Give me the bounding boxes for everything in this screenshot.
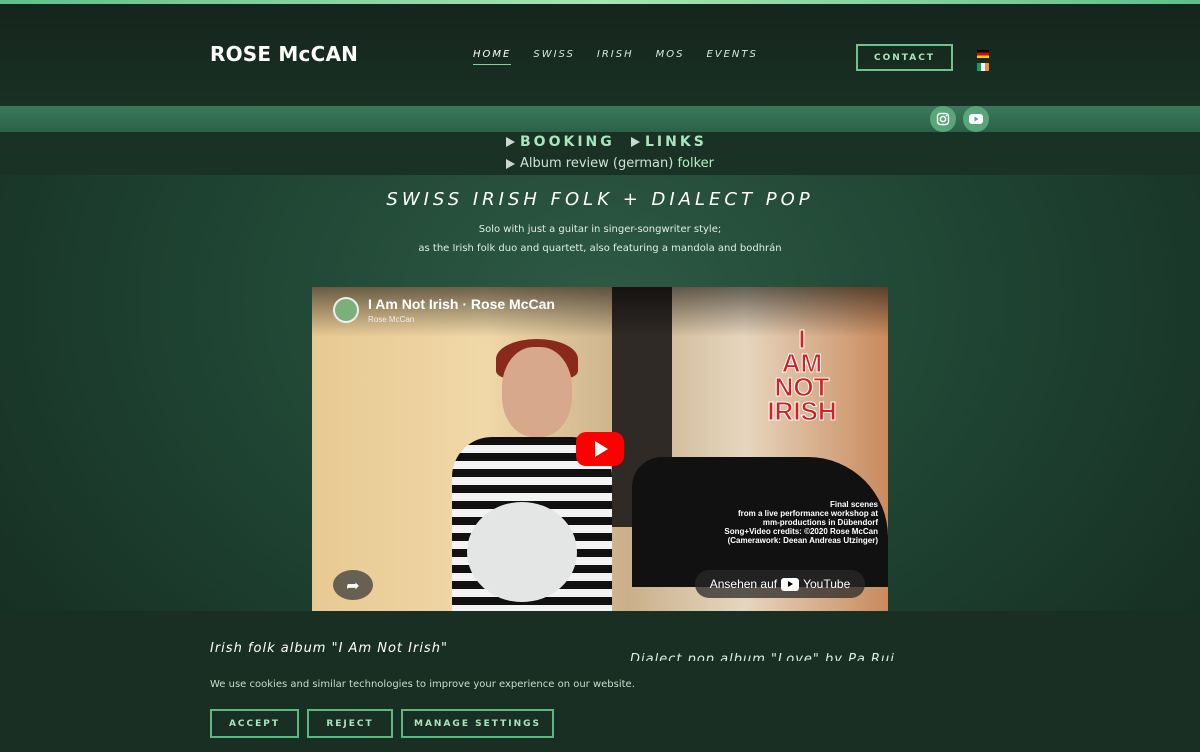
credit-line: Final scenes [829, 500, 878, 509]
video-channel[interactable]: Rose McCan [368, 315, 414, 324]
video-title[interactable]: I Am Not Irish · Rose McCan [368, 296, 555, 312]
nav-item-swiss[interactable]: SWISS [533, 49, 575, 65]
play-arrow-icon [506, 137, 515, 147]
play-arrow-icon [506, 158, 515, 169]
main-nav: HOME SWISS IRISH MOS EVENTS [473, 49, 780, 65]
links-link[interactable]: LINKS [631, 134, 707, 150]
contact-button[interactable]: CONTACT [856, 44, 953, 71]
cookie-text: We use cookies and similar technologies … [210, 679, 635, 690]
credit-line: mm-productions in Dübendorf [762, 518, 878, 527]
irish-flag-icon[interactable] [977, 63, 989, 71]
instagram-icon[interactable] [930, 106, 956, 132]
watch-label: Ansehen auf [709, 577, 778, 591]
nav-item-irish[interactable]: IRISH [597, 49, 634, 65]
artwork-word: IRISH [767, 396, 837, 426]
social-band [0, 106, 1200, 132]
video-guitar [467, 502, 577, 602]
nav-item-home[interactable]: HOME [473, 49, 512, 65]
site-header: ROSE McCAN HOME SWISS IRISH MOS EVENTS C… [0, 4, 1200, 106]
video-credits: Final scenes from a live performance wor… [722, 500, 878, 545]
watch-on-youtube-button[interactable]: Ansehen auf YouTube [695, 570, 865, 598]
nav-item-events[interactable]: EVENTS [706, 49, 757, 65]
site-logo[interactable]: ROSE McCAN [210, 42, 358, 66]
play-arrow-icon [631, 137, 640, 147]
reject-button[interactable]: REJECT [307, 709, 393, 738]
booking-label: BOOKING [520, 134, 615, 150]
links-label: LINKS [645, 134, 707, 150]
manage-settings-button[interactable]: MANAGE SETTINGS [401, 709, 554, 738]
watch-platform: YouTube [803, 577, 851, 591]
album-review-link[interactable]: Album review (german) folker [506, 156, 714, 171]
booking-link[interactable]: BOOKING [506, 134, 615, 150]
not-irish-artwork: I AM NOT IRISH [742, 326, 862, 426]
review-source: folker [677, 156, 714, 171]
nav-item-mos[interactable]: MOS [656, 49, 685, 65]
german-flag-icon[interactable] [977, 50, 989, 58]
credit-line: from a live performance workshop at [737, 509, 878, 518]
hero-line-2: as the Irish folk duo and quartett, also… [418, 243, 782, 254]
youtube-logo-icon [781, 577, 800, 591]
right-album-heading: Dialect pop album "Love" by Pa Rui [630, 652, 895, 661]
hero-line-1: Solo with just a guitar in singer-songwr… [478, 224, 722, 235]
album-heading: Irish folk album "I Am Not Irish" [210, 641, 448, 656]
credit-line: (Camerawork: Deean Andreas Utzinger) [727, 536, 878, 545]
play-button[interactable] [576, 432, 624, 466]
video-person-head [502, 347, 572, 437]
accept-button[interactable]: ACCEPT [210, 709, 299, 738]
share-icon[interactable]: ➦ [333, 570, 373, 600]
review-label: Album review (german) [520, 156, 674, 171]
youtube-video-embed[interactable]: I Am Not Irish · Rose McCan Rose McCan I… [312, 287, 888, 611]
credit-line: Song+Video credits: ©2020 Rose McCan [724, 527, 878, 536]
hero-tagline: SWISS IRISH FOLK + DIALECT POP [386, 189, 814, 210]
youtube-icon[interactable] [963, 106, 989, 132]
channel-avatar[interactable] [333, 297, 359, 323]
